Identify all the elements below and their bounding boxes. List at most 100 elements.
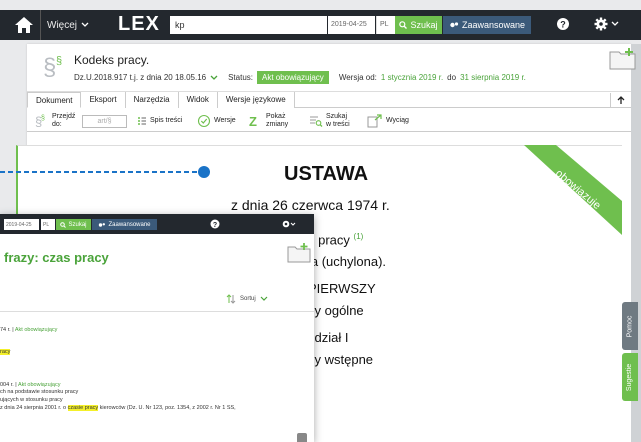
paragraph-section-icon: § §: [43, 54, 62, 79]
show-changes-label-2: zmiany: [266, 120, 289, 128]
extract-button[interactable]: Wyciąg: [367, 109, 409, 132]
sort-control[interactable]: Sortuj: [226, 294, 268, 304]
document-toolbar: § § Przejdź do: art/§ Spis treści Wersje Z…: [27, 109, 633, 132]
tab-narzedzia[interactable]: Narzędzia: [125, 92, 179, 108]
svg-text:§: §: [43, 54, 56, 79]
version-label: Wersja od:: [338, 73, 377, 82]
tab-eksport[interactable]: Eksport: [81, 92, 126, 108]
popup-advanced-label: Zaawansowane: [108, 221, 151, 228]
search-icon: [60, 221, 67, 228]
folder-add-icon[interactable]: [608, 46, 638, 72]
footnote-link[interactable]: (1): [354, 232, 364, 241]
search-button[interactable]: Szukaj: [395, 16, 442, 34]
versions-label: Wersje: [214, 116, 236, 124]
show-changes-button[interactable]: Z Pokaż zmiany: [249, 109, 288, 132]
advanced-button-label: Zaawansowane: [461, 20, 526, 30]
help-tab-label: Pomoc: [626, 315, 634, 337]
search-icon: [399, 21, 408, 29]
search-in-text-button[interactable]: Szukaj w treści: [309, 109, 350, 132]
svg-text:?: ?: [560, 20, 566, 30]
more-menu[interactable]: Więcej: [40, 10, 89, 40]
document-line: s pracy (1): [308, 232, 363, 247]
result-snippet-text: kierowców (Dz. U. Nr 123, poz. 1354, z 2…: [98, 405, 236, 411]
gears-icon: [450, 22, 459, 28]
search-in-text-label: Szukaj: [326, 112, 348, 120]
result-meta-text: 004 r. |: [0, 382, 18, 388]
language-select[interactable]: PL: [376, 16, 395, 34]
article-input[interactable]: art/§: [82, 115, 127, 128]
status-label: Status:: [228, 73, 253, 82]
suggestions-tab[interactable]: Sugestie: [622, 353, 638, 401]
help-icon[interactable]: ?: [210, 219, 220, 229]
document-tabs: Dokument Eksport Narzędzia Widok Wersje …: [27, 91, 633, 108]
extract-label: Wyciąg: [386, 116, 409, 124]
advanced-search-button[interactable]: Zaawansowane: [443, 16, 531, 34]
folder-add-icon[interactable]: [286, 242, 312, 264]
result-snippet: ch na podstawie stosunku pracy: [0, 389, 79, 395]
sort-label: Sortuj: [240, 296, 256, 302]
settings-gear-icon[interactable]: [281, 218, 297, 230]
more-label: Więcej: [47, 19, 78, 31]
document-meta: Dz.U.2018.917 t.j. z dnia 20 18.05.16 St…: [74, 71, 526, 84]
popup-scrollbar[interactable]: [297, 433, 307, 442]
scroll-top-button[interactable]: [610, 93, 630, 108]
document-line: sy ogólne: [308, 303, 364, 318]
version-from-link[interactable]: 1 stycznia 2019 r.: [381, 73, 443, 82]
settings-gear-icon[interactable]: [594, 17, 608, 31]
popup-search-button[interactable]: Szukaj: [56, 219, 91, 230]
document-heading: USTAWA: [284, 163, 369, 185]
popup-language-select[interactable]: PL: [41, 219, 55, 230]
popup-advanced-button[interactable]: Zaawansowane: [92, 219, 157, 230]
popup-date-field[interactable]: 2019-04-25: [4, 219, 39, 230]
tab-wersje-jezykowe[interactable]: Wersje językowe: [217, 92, 295, 108]
arrow-up-icon: [617, 96, 624, 104]
document-date-line: z dnia 26 czerwca 1974 r.: [231, 197, 390, 213]
versions-button[interactable]: Wersje: [197, 109, 236, 132]
lex-logo[interactable]: LEX: [118, 13, 160, 36]
toc-label: Spis treści: [150, 116, 183, 124]
result-meta-text: 74 r. |: [0, 327, 15, 333]
document-line: sy wstępne: [308, 352, 374, 367]
status-ribbon: obowiązuje: [524, 145, 622, 235]
result-status: Akt obowiązujący: [17, 382, 61, 388]
help-tab[interactable]: Pomoc: [622, 302, 638, 350]
tab-dokument[interactable]: Dokument: [27, 92, 82, 108]
document-reference: Dz.U.2018.917 t.j. z dnia 20 18.05.16: [74, 73, 207, 82]
result-snippet: z dnia 24 sierpnia 2001 r. o czasie prac…: [0, 405, 236, 411]
result-snippet: racy: [0, 349, 11, 355]
changes-icon: Z: [249, 114, 257, 128]
document-title: Kodeks pracy.: [74, 53, 150, 67]
version-to-link[interactable]: 31 sierpnia 2019 r.: [460, 73, 526, 82]
status-badge: Akt obowiązujący: [257, 71, 329, 84]
date-field[interactable]: 2019-04-25: [328, 16, 375, 34]
text-search-icon: [310, 116, 323, 127]
chevron-down-icon[interactable]: [210, 75, 218, 81]
top-navbar: Więcej LEX kp 2019-04-25 PL Szukaj Zaawa…: [0, 10, 641, 40]
result-meta: 74 r. | Akt obowiązujący: [0, 327, 57, 333]
popup-navbar: 2019-04-25 PL Szukaj Zaawansowane ?: [0, 214, 314, 234]
search-results-window: 2019-04-25 PL Szukaj Zaawansowane ? fraz…: [0, 214, 314, 442]
version-to-label: do: [447, 73, 457, 82]
goto-article: § § Przejdź do:: [35, 109, 75, 132]
goto-label: Przejdź: [52, 112, 76, 120]
tab-widok[interactable]: Widok: [178, 92, 218, 108]
list-icon: [138, 116, 146, 125]
home-icon[interactable]: [14, 15, 34, 35]
chevron-down-icon[interactable]: [611, 20, 619, 28]
svg-text:§: §: [56, 55, 62, 67]
result-status: Akt obowiązujący: [14, 327, 58, 333]
search-input[interactable]: kp: [170, 16, 327, 34]
popup-search-label: Szukaj: [68, 221, 87, 228]
toc-button[interactable]: Spis treści: [137, 109, 182, 132]
search-in-text-label-2: w treści: [326, 120, 350, 128]
result-snippet: ujących w stosunku pracy: [0, 397, 63, 403]
help-icon[interactable]: ?: [556, 17, 570, 31]
document-line-text: s pracy: [308, 232, 350, 248]
goto-label-2: do:: [52, 120, 62, 128]
divider: [0, 311, 314, 312]
result-snippet-text: z dnia 24 sierpnia 2001 r. o: [0, 405, 68, 411]
search-button-label: Szukaj: [410, 20, 438, 30]
svg-text:§: §: [41, 115, 45, 122]
svg-text:Z: Z: [249, 114, 257, 128]
suggestions-tab-label: Sugestie: [626, 363, 634, 391]
